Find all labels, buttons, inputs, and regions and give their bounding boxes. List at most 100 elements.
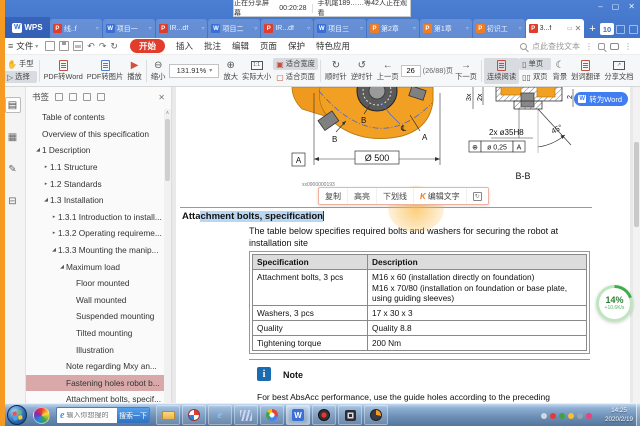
bookmark-item-selected[interactable]: Fastening holes robot b... — [26, 375, 164, 392]
tab-document-1[interactable]: P 线..f▿ — [50, 19, 102, 38]
annotation-panel-icon[interactable]: ✎ — [5, 161, 21, 177]
app-ball-icon[interactable] — [182, 405, 206, 425]
taskbar-search-input[interactable] — [66, 412, 117, 419]
feedback-bubble-icon[interactable] — [610, 43, 619, 50]
bookmark-item[interactable]: ▸1.2 Standards — [26, 175, 164, 192]
explorer-icon[interactable] — [156, 405, 180, 425]
tab-document-5[interactable]: P IR...df▿ — [261, 19, 313, 38]
expand-icon[interactable]: ▸ — [50, 214, 58, 220]
collapse-all-icon[interactable] — [69, 93, 77, 101]
tab-document-7[interactable]: P 第2章▿ — [367, 19, 419, 38]
menu-item-comment[interactable]: 批注 — [204, 40, 221, 52]
download-progress-widget[interactable]: 14% +10.6K/s — [596, 285, 633, 322]
actual-size-button[interactable]: 1:1 实际大小 — [240, 60, 273, 82]
bookmark-item[interactable]: Suspended mounting — [26, 308, 164, 325]
save-icon[interactable] — [59, 41, 69, 51]
rotate-cw-button[interactable]: ↻ 顺时针 — [323, 60, 349, 82]
file-menu[interactable]: 文件 — [16, 40, 33, 52]
next-page-button[interactable]: → 下一页 — [453, 60, 479, 82]
tab-document-8[interactable]: P 第1章▿ — [420, 19, 472, 38]
hand-tool-button[interactable]: ✋ 手型 — [4, 58, 37, 70]
more-icon[interactable]: ⋮ — [624, 42, 632, 51]
document-scrollbar[interactable] — [633, 87, 640, 403]
zoom-out-button[interactable]: ⊖ 缩小 — [149, 60, 168, 82]
bookmark-item[interactable]: ◢1 Description — [26, 142, 164, 159]
wps-menu-button[interactable]: W WPS — [5, 17, 50, 38]
expand-icon[interactable]: ▸ — [42, 164, 50, 170]
search-icon[interactable] — [520, 43, 527, 50]
double-page-button[interactable]: ▯▯ 双页 — [519, 71, 550, 83]
bookmark-item[interactable]: ▸1.1 Structure — [26, 159, 164, 176]
square-app-icon[interactable] — [338, 405, 362, 425]
tab-list-icon[interactable] — [616, 25, 625, 34]
scroll-up-icon[interactable]: ∧ — [164, 109, 171, 117]
bookmark-item[interactable]: Floor mounted — [26, 275, 164, 292]
help-icon[interactable] — [629, 25, 638, 34]
select-tool-button[interactable]: ▷ 选择 — [4, 71, 37, 83]
bars-app-icon[interactable] — [234, 405, 258, 425]
tab-comment-icon[interactable]: ▭ — [567, 25, 573, 32]
undo-icon[interactable]: ↶ — [87, 41, 95, 52]
new-tab-button[interactable]: + — [589, 23, 595, 35]
menu-item-edit[interactable]: 编辑 — [232, 40, 249, 52]
more-tools-button[interactable]: ↻ — [467, 188, 488, 204]
tray-icon[interactable] — [550, 413, 556, 419]
menu-item-page[interactable]: 页面 — [260, 40, 277, 52]
convert-to-word-button[interactable]: W 转为Word — [574, 92, 628, 106]
menu-item-home[interactable]: 开始 — [130, 39, 165, 53]
tray-icon[interactable] — [541, 413, 547, 419]
menu-item-protect[interactable]: 保护 — [288, 40, 305, 52]
find-text-hint[interactable]: 点此查找文本 — [532, 41, 580, 52]
bookmark-panel-icon[interactable]: ▤ — [5, 97, 21, 113]
bookmark-item[interactable]: Overview of this specification — [26, 126, 164, 143]
tray-icon[interactable] — [559, 413, 565, 419]
translate-button[interactable]: 划词翻译 — [569, 60, 602, 82]
tab-document-6[interactable]: W 项目三▿ — [314, 19, 366, 38]
expand-icon[interactable]: ▸ — [50, 230, 58, 236]
bookmark-item[interactable]: Table of contents — [26, 109, 164, 126]
bookmark-item[interactable]: ◢1.3 Installation — [26, 192, 164, 209]
chrome-icon[interactable] — [260, 405, 284, 425]
more-icon[interactable]: ⋮ — [585, 42, 593, 51]
clock[interactable]: 14:25 2020/2/19 — [605, 407, 633, 424]
close-icon[interactable]: ✕ — [628, 2, 635, 12]
expand-icon[interactable]: ▸ — [42, 181, 50, 187]
minimize-icon[interactable]: – — [598, 2, 602, 12]
copy-button[interactable]: 复制 — [319, 188, 348, 204]
tray-icon[interactable] — [586, 413, 592, 419]
expand-icon[interactable]: ◢ — [34, 147, 42, 153]
maximize-icon[interactable]: ▢ — [612, 2, 620, 12]
zoom-level-select[interactable]: 131.91% — [169, 64, 219, 78]
background-button[interactable]: ☾ 背景 — [551, 60, 570, 82]
edit-text-button[interactable]: K 编辑文字 — [414, 188, 467, 204]
prev-page-button[interactable]: ← 上一页 — [375, 60, 401, 82]
pinwheel-app-icon[interactable] — [33, 407, 50, 424]
tab-document-3[interactable]: P IR...df▿ — [156, 19, 208, 38]
taskbar-search-button[interactable]: 搜索一下 — [117, 408, 149, 423]
show-desktop-button[interactable] — [636, 404, 640, 426]
wps-taskbar-icon[interactable]: W — [286, 405, 310, 425]
open-icon[interactable] — [45, 41, 55, 51]
tab-document-4[interactable]: W 项目二▿ — [208, 19, 260, 38]
expand-icon[interactable]: ◢ — [50, 247, 58, 253]
volume-icon[interactable] — [577, 413, 583, 419]
rotate-ccw-button[interactable]: ↺ 逆时针 — [349, 60, 375, 82]
single-page-button[interactable]: ▯ 单页 — [519, 58, 550, 70]
menu-item-insert[interactable]: 插入 — [176, 40, 193, 52]
fit-page-button[interactable]: ▢ 适合页面 — [273, 71, 318, 83]
media-app-icon[interactable] — [364, 405, 388, 425]
bookmark-item[interactable]: ▸1.3.2 Operating requireme... — [26, 225, 164, 242]
fit-width-button[interactable]: ▣ 适合宽度 — [273, 58, 318, 70]
thumbnail-panel-icon[interactable]: ▦ — [5, 129, 21, 145]
prev-bookmark-icon[interactable] — [83, 93, 91, 101]
panel-scrollbar[interactable]: ∧ — [164, 109, 171, 403]
tab-document-2[interactable]: W 项目一▿ — [103, 19, 155, 38]
tab-count-badge[interactable]: 10 — [600, 23, 615, 35]
attachment-panel-icon[interactable]: ⊟ — [5, 193, 21, 209]
underline-button[interactable]: 下划线 — [377, 188, 414, 204]
hamburger-icon[interactable]: ≡ — [8, 41, 13, 51]
start-button[interactable] — [7, 405, 27, 425]
page-number-input[interactable] — [401, 65, 421, 77]
tab-close-icon[interactable]: ✕ — [575, 24, 582, 33]
expand-all-icon[interactable] — [55, 93, 63, 101]
